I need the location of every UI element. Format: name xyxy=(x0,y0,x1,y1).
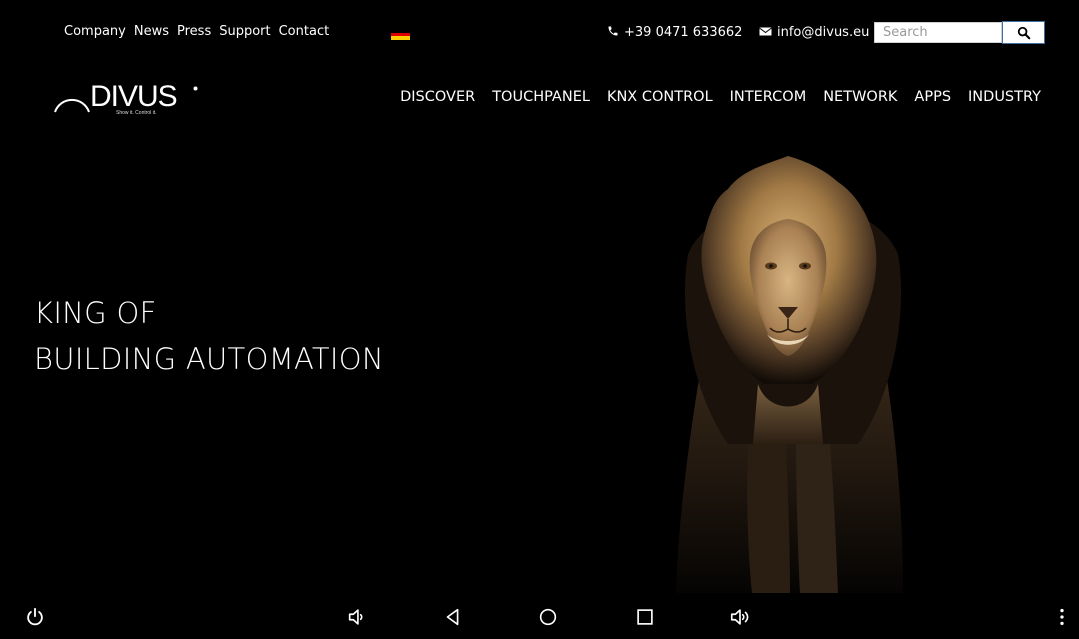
nav-knx-control[interactable]: KNX CONTROL xyxy=(607,89,713,105)
back-icon xyxy=(446,608,459,626)
contact-email[interactable]: info@divus.eu xyxy=(759,25,869,40)
nav-network[interactable]: NETWORK xyxy=(823,89,897,105)
utility-link-contact[interactable]: Contact xyxy=(279,24,330,39)
german-flag-icon[interactable] xyxy=(391,29,410,41)
volume-down-icon xyxy=(348,609,363,625)
logo-wordmark: DIVUS xyxy=(90,80,178,113)
nav-industry[interactable]: INDUSTRY xyxy=(968,89,1041,105)
search-input[interactable] xyxy=(874,22,1002,43)
android-navigation-bar xyxy=(0,593,1079,639)
utility-link-press[interactable]: Press xyxy=(177,24,211,39)
email-address: info@divus.eu xyxy=(777,25,870,40)
envelope-icon xyxy=(759,27,772,36)
phone-number: +39 0471 633662 xyxy=(624,25,743,40)
contact-phone[interactable]: +39 0471 633662 xyxy=(607,25,742,40)
power-button[interactable] xyxy=(22,604,48,630)
main-nav: DISCOVER TOUCHPANEL KNX CONTROL INTERCOM… xyxy=(400,89,1041,105)
volume-down-button[interactable] xyxy=(344,604,370,630)
registered-mark-icon xyxy=(193,86,198,91)
utility-link-company[interactable]: Company xyxy=(64,24,126,39)
more-vertical-icon xyxy=(1060,608,1064,626)
screen: Company News Press Support Contact +39 0… xyxy=(0,0,1079,639)
hero-headline-line-2: BUILDING AUTOMATION xyxy=(34,342,384,376)
divus-logo[interactable]: DIVUS Show it. Control it. xyxy=(52,82,202,128)
utility-link-news[interactable]: News xyxy=(134,24,169,39)
nav-touchpanel[interactable]: TOUCHPANEL xyxy=(492,89,590,105)
utility-link-support[interactable]: Support xyxy=(219,24,270,39)
web-view: Company News Press Support Contact +39 0… xyxy=(8,8,1071,593)
home-button[interactable] xyxy=(535,604,561,630)
hero-lion-image xyxy=(676,156,903,593)
phone-icon xyxy=(608,26,618,36)
volume-up-button[interactable] xyxy=(727,604,753,630)
utility-nav: Company News Press Support Contact xyxy=(64,24,329,39)
recents-button[interactable] xyxy=(632,604,658,630)
recents-icon xyxy=(637,609,653,625)
back-button[interactable] xyxy=(440,604,466,630)
home-icon xyxy=(539,608,557,626)
logo-arc-icon xyxy=(54,98,90,113)
nav-intercom[interactable]: INTERCOM xyxy=(730,89,807,105)
logo-tagline: Show it. Control it. xyxy=(116,110,157,116)
search-button[interactable] xyxy=(1002,21,1045,44)
volume-up-icon xyxy=(730,609,749,625)
hero-headline-line-1: KING OF xyxy=(34,296,157,330)
nav-discover[interactable]: DISCOVER xyxy=(400,89,475,105)
more-options-button[interactable] xyxy=(1049,604,1075,630)
hero-headline: KING OF BUILDING AUTOMATION xyxy=(34,290,384,382)
power-icon xyxy=(27,607,43,626)
magnifier-icon xyxy=(1017,26,1030,39)
nav-apps[interactable]: APPS xyxy=(914,89,951,105)
